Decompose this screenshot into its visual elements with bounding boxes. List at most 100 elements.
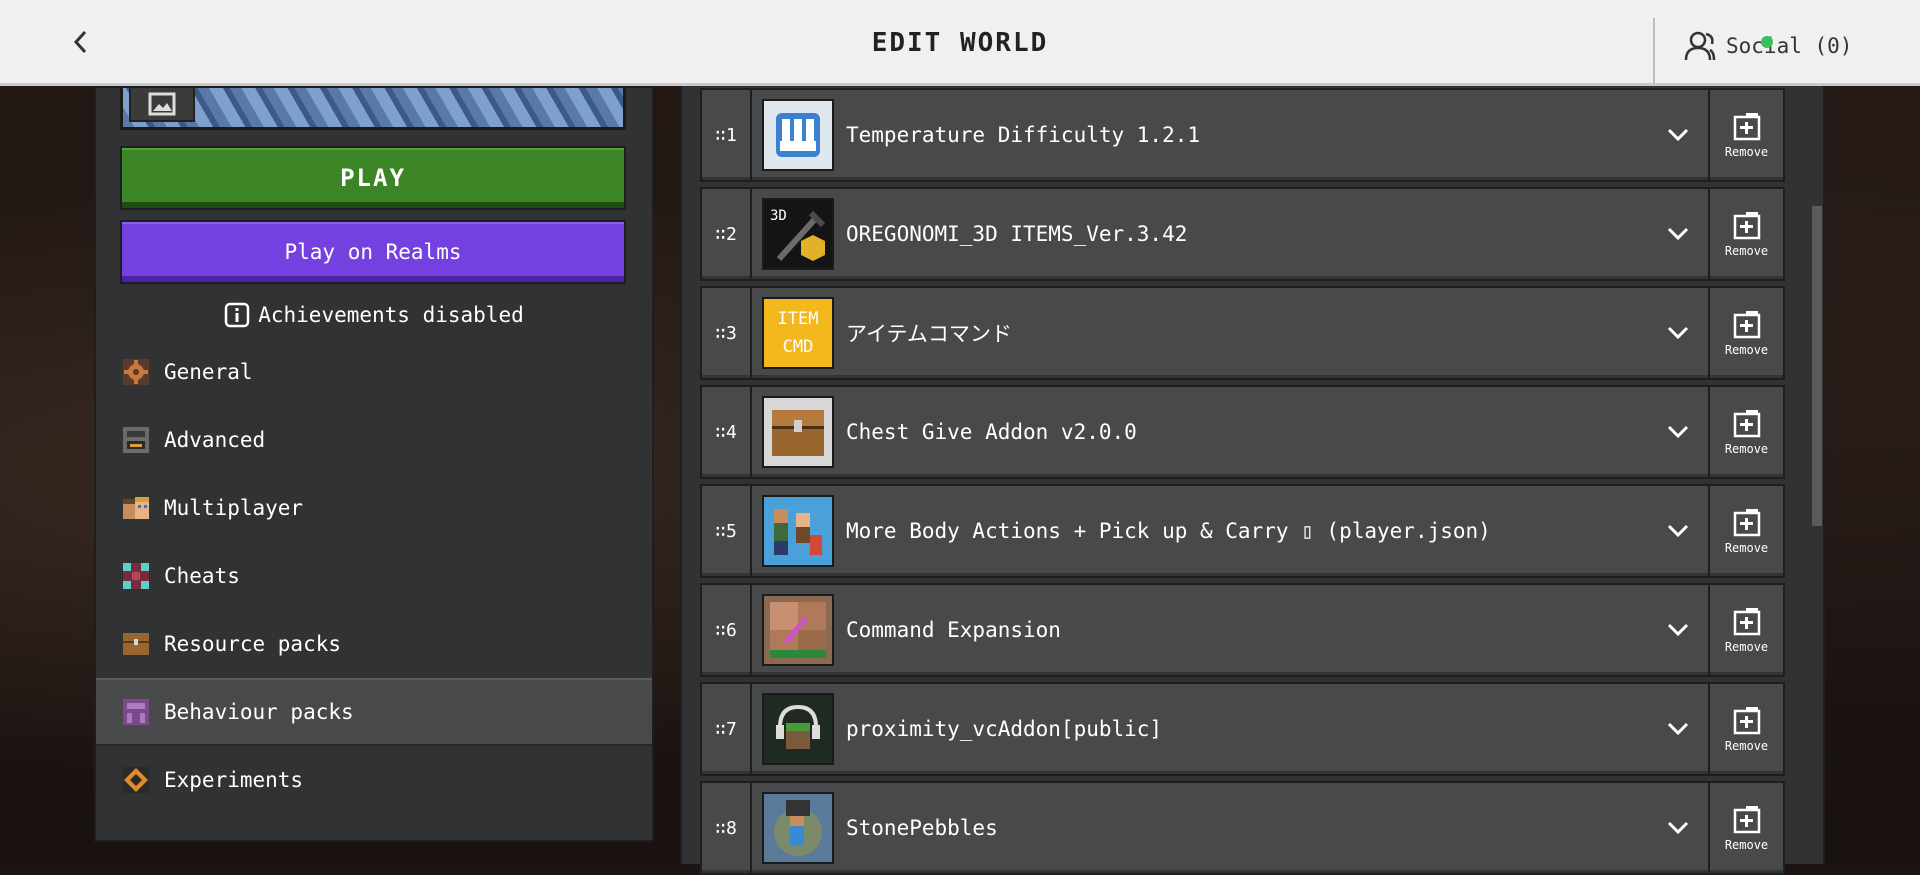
- behaviour-icon: [120, 696, 152, 728]
- image-icon: [148, 92, 176, 116]
- nav-label: Multiplayer: [164, 496, 304, 520]
- nav-item-cheats[interactable]: Cheats: [96, 542, 652, 610]
- pack-item[interactable]: ∷8 StonePebbles: [700, 781, 1710, 875]
- expand-pack-button[interactable]: [1648, 128, 1708, 142]
- chevron-down-icon: [1667, 524, 1689, 538]
- remove-icon: [1733, 311, 1760, 339]
- remove-icon: [1733, 608, 1760, 636]
- remove-pack-button[interactable]: Remove: [1710, 385, 1785, 479]
- chevron-down-icon: [1667, 722, 1689, 736]
- expand-pack-button[interactable]: [1648, 524, 1708, 538]
- social-icon: [1684, 31, 1716, 61]
- nav-item-advanced[interactable]: Advanced: [96, 406, 652, 474]
- remove-icon: [1733, 113, 1760, 141]
- pack-name: OREGONOMI_3D ITEMS_Ver.3.42: [846, 222, 1188, 246]
- pack-item[interactable]: ∷5 More Body Actions + Pick up & Carry ▯…: [700, 484, 1710, 578]
- chevron-down-icon: [1667, 821, 1689, 835]
- command-block-icon: [120, 560, 152, 592]
- expand-pack-button[interactable]: [1648, 326, 1708, 340]
- remove-pack-button[interactable]: Remove: [1710, 187, 1785, 281]
- command-block-icon: [770, 602, 826, 658]
- pack-item[interactable]: ∷4 Chest Give Addon v2.0.0: [700, 385, 1710, 479]
- thumb-3d-label: 3D: [770, 208, 787, 224]
- remove-icon: [1733, 212, 1760, 240]
- remove-label: Remove: [1724, 640, 1769, 654]
- pack-drag-handle[interactable]: ∷4: [702, 387, 752, 477]
- pack-drag-handle[interactable]: ∷7: [702, 684, 752, 774]
- expand-pack-button[interactable]: [1648, 425, 1708, 439]
- nav-item-general[interactable]: General: [96, 338, 652, 406]
- pack-drag-handle[interactable]: ∷8: [702, 783, 752, 873]
- remove-label: Remove: [1724, 244, 1769, 258]
- remove-label: Remove: [1724, 343, 1769, 357]
- remove-icon: [1733, 509, 1760, 537]
- pack-item[interactable]: ∷6 Command Expansion: [700, 583, 1710, 677]
- achievements-status: Achievements disabled: [96, 300, 652, 330]
- nav-label: Resource packs: [164, 632, 342, 656]
- headphones-grass-block-icon: [776, 704, 820, 749]
- expand-pack-button[interactable]: [1648, 227, 1708, 241]
- pack-thumbnail: ITEM CMD: [762, 297, 834, 369]
- pack-drag-handle[interactable]: ∷6: [702, 585, 752, 675]
- pack-row: ∷7 proximity_vcAddon[public] Remove: [700, 682, 1785, 776]
- achievements-label: Achievements disabled: [258, 303, 524, 327]
- expand-pack-button[interactable]: [1648, 623, 1708, 637]
- chevron-down-icon: [1667, 227, 1689, 241]
- pack-order-number: ∷6: [715, 619, 737, 641]
- chevron-down-icon: [1667, 425, 1689, 439]
- pack-item[interactable]: ∷2 3D OREGONOMI_3D ITEMS_Ver.3.42: [700, 187, 1710, 281]
- pack-thumbnail: 3D: [762, 198, 834, 270]
- pack-name: アイテムコマンド: [846, 322, 1012, 346]
- remove-pack-button[interactable]: Remove: [1710, 88, 1785, 182]
- nav-item-resource-packs[interactable]: Resource packs: [96, 610, 652, 678]
- thumb-text: CMD: [782, 337, 814, 357]
- pack-row: ∷6 Command Expansion Remove: [700, 583, 1785, 677]
- remove-icon: [1733, 806, 1760, 834]
- thermometer-icon: [776, 113, 820, 157]
- nav-item-behaviour-packs[interactable]: Behaviour packs: [96, 678, 652, 746]
- pack-order-number: ∷2: [715, 223, 737, 245]
- remove-pack-button[interactable]: Remove: [1710, 682, 1785, 776]
- remove-pack-button[interactable]: Remove: [1710, 286, 1785, 380]
- pack-row: ∷3 ITEM CMD アイテムコマンド Remove: [700, 286, 1785, 380]
- expand-pack-button[interactable]: [1648, 722, 1708, 736]
- pack-thumbnail: [762, 693, 834, 765]
- nav-item-experiments[interactable]: Experiments: [96, 746, 652, 814]
- gear-icon: [120, 356, 152, 388]
- remove-label: Remove: [1724, 541, 1769, 555]
- social-label: Social (0): [1726, 34, 1853, 58]
- pack-item[interactable]: ∷3 ITEM CMD アイテムコマンド: [700, 286, 1710, 380]
- pack-name: Temperature Difficulty 1.2.1: [846, 123, 1201, 147]
- remove-pack-button[interactable]: Remove: [1710, 484, 1785, 578]
- pack-item[interactable]: ∷7 proximity_vcAddon[public]: [700, 682, 1710, 776]
- pack-drag-handle[interactable]: ∷1: [702, 90, 752, 180]
- remove-label: Remove: [1724, 838, 1769, 852]
- expand-pack-button[interactable]: [1648, 821, 1708, 835]
- play-on-realms-button[interactable]: Play on Realms: [120, 220, 626, 284]
- pack-drag-handle[interactable]: ∷2: [702, 189, 752, 279]
- pack-order-number: ∷7: [715, 718, 737, 740]
- pack-name: StonePebbles: [846, 816, 998, 840]
- pack-drag-handle[interactable]: ∷3: [702, 288, 752, 378]
- world-settings-panel: PLAY Play on Realms Achievements disable…: [94, 86, 654, 842]
- change-image-button[interactable]: [129, 88, 195, 122]
- play-button[interactable]: PLAY: [120, 146, 626, 210]
- thumb-text: ITEM: [777, 309, 819, 329]
- remove-label: Remove: [1724, 739, 1769, 753]
- pack-thumbnail: [762, 396, 834, 468]
- players-icon: [120, 492, 152, 524]
- remove-pack-button[interactable]: Remove: [1710, 583, 1785, 677]
- pack-name: Chest Give Addon v2.0.0: [846, 420, 1137, 444]
- pack-thumbnail: [762, 495, 834, 567]
- pack-row: ∷8 StonePebbles Remove: [700, 781, 1785, 875]
- pack-name: proximity_vcAddon[public]: [846, 717, 1163, 741]
- remove-pack-button[interactable]: Remove: [1710, 781, 1785, 875]
- world-thumbnail: [120, 88, 626, 130]
- pack-thumbnail: [762, 792, 834, 864]
- chest-icon: [772, 410, 824, 456]
- nav-label: Advanced: [164, 428, 266, 452]
- nav-item-multiplayer[interactable]: Multiplayer: [96, 474, 652, 542]
- scrollbar[interactable]: [1812, 206, 1822, 526]
- pack-drag-handle[interactable]: ∷5: [702, 486, 752, 576]
- pack-item[interactable]: ∷1 Temperature Difficulty 1.2.1: [700, 88, 1710, 182]
